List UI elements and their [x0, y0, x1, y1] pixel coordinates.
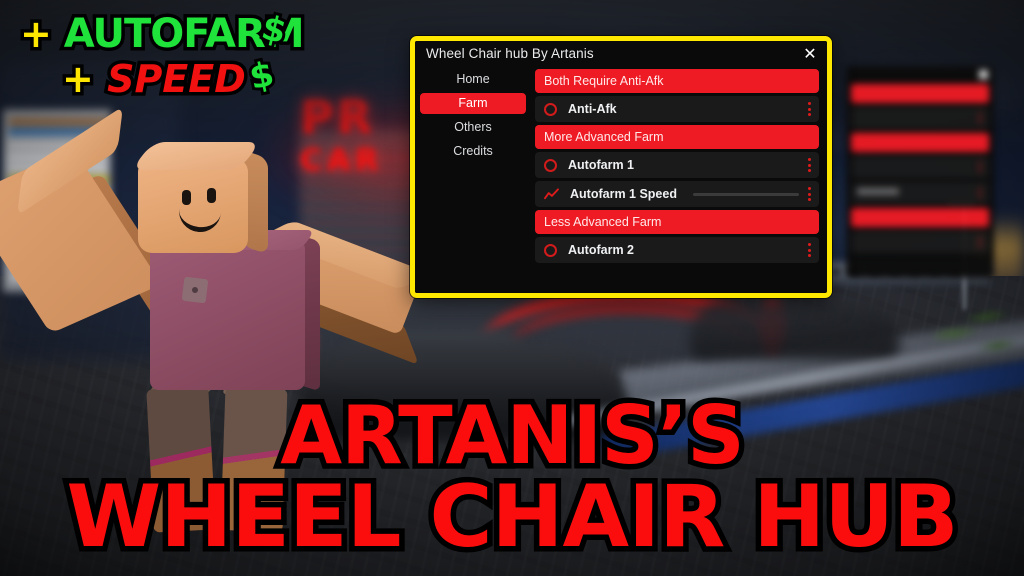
secondary-section-header [851, 84, 989, 103]
speed-headline-text: SPEED [104, 57, 250, 102]
secondary-option-row[interactable] [851, 107, 989, 129]
autofarm-headline: + AUTOFARM [17, 11, 340, 58]
title-line-1: ARTANIS’S [275, 388, 751, 482]
option-label-autofarm-2: Autofarm 2 [568, 243, 634, 257]
thumbnail-bottom-title: ARTANIS’S WHEEL CHAIR HUB [0, 388, 1024, 568]
panel-sidebar: Home Farm Others Credits [415, 67, 531, 293]
speed-headline: + SPEED [59, 57, 340, 102]
secondary-option-row[interactable] [851, 231, 989, 253]
secondary-panel-header [846, 66, 994, 84]
secondary-close-icon[interactable] [979, 70, 988, 79]
plus-sign-2: + [59, 57, 98, 102]
chart-line-icon [544, 187, 559, 199]
option-label-autofarm-1-speed: Autofarm 1 Speed [570, 187, 677, 201]
secondary-section-header [851, 208, 989, 227]
secondary-option-label [857, 188, 899, 195]
option-label-anti-afk: Anti-Afk [568, 102, 617, 116]
plus-sign-1: + [17, 12, 56, 57]
sidebar-item-farm[interactable]: Farm [420, 93, 526, 114]
panel-content: Both Require Anti-Afk Anti-Afk More Adva… [531, 67, 827, 293]
secondary-panel-body [846, 84, 994, 253]
avatar-shirt-badge-dot [192, 287, 198, 293]
option-row-autofarm-1[interactable]: Autofarm 1 [535, 152, 819, 178]
close-icon[interactable]: ✕ [800, 44, 820, 64]
script-hub-panel[interactable]: Wheel Chair hub By Artanis ✕ Home Farm O… [410, 36, 832, 298]
toggle-icon-autofarm-1[interactable] [544, 158, 557, 172]
avatar-torso [150, 240, 305, 390]
section-header-both-require-anti-afk: Both Require Anti-Afk [535, 69, 819, 93]
panel-titlebar[interactable]: Wheel Chair hub By Artanis ✕ [415, 41, 827, 67]
option-row-anti-afk[interactable]: Anti-Afk [535, 96, 819, 122]
kebab-menu-icon-autofarm-1-speed[interactable] [808, 187, 811, 201]
secondary-script-hub-panel[interactable] [846, 66, 994, 278]
option-label-autofarm-1: Autofarm 1 [568, 158, 634, 172]
avatar-head [138, 158, 248, 253]
panel-title: Wheel Chair hub By Artanis [426, 46, 594, 61]
section-header-less-advanced-farm: Less Advanced Farm [535, 210, 819, 234]
panel-body: Home Farm Others Credits Both Require An… [415, 67, 827, 293]
secondary-option-row[interactable] [851, 182, 989, 204]
option-row-autofarm-1-speed[interactable]: Autofarm 1 Speed [535, 181, 819, 207]
toggle-icon-anti-afk[interactable] [544, 102, 557, 116]
secondary-option-row[interactable] [851, 156, 989, 178]
sidebar-item-others[interactable]: Others [420, 117, 526, 138]
kebab-menu-icon-anti-afk[interactable] [808, 102, 811, 116]
kebab-menu-icon-autofarm-2[interactable] [808, 243, 811, 257]
title-line-2: WHEEL CHAIR HUB [61, 467, 964, 568]
avatar-left-eye [182, 190, 191, 205]
secondary-section-header [851, 133, 989, 152]
option-row-autofarm-2[interactable]: Autofarm 2 [535, 237, 819, 263]
slider-autofarm-1-speed[interactable] [692, 192, 799, 196]
sidebar-item-home[interactable]: Home [420, 69, 526, 90]
avatar-right-eye [207, 188, 216, 203]
section-header-more-advanced-farm: More Advanced Farm [535, 125, 819, 149]
sidebar-item-credits[interactable]: Credits [420, 141, 526, 162]
toggle-icon-autofarm-2[interactable] [544, 243, 557, 257]
thumbnail-top-left-text: + AUTOFARM + SPEED [17, 11, 340, 102]
kebab-menu-icon-autofarm-1[interactable] [808, 158, 811, 172]
